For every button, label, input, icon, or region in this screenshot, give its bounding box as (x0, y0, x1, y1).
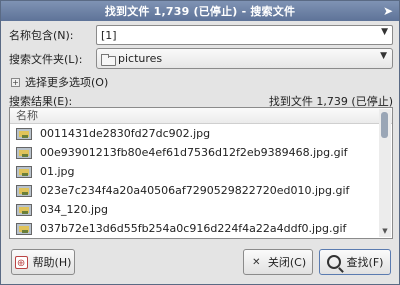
name-contains-label: 名称包含(N): (9, 29, 74, 42)
image-file-icon (16, 203, 32, 216)
image-file-icon (16, 127, 32, 140)
chevron-down-icon[interactable]: ▼ (381, 27, 388, 37)
list-item[interactable]: 023e7c234f4a20a40506af7290529822720ed010… (10, 181, 392, 200)
list-item[interactable]: 01.jpg (10, 162, 392, 181)
help-icon: ⊕ (14, 255, 28, 269)
image-file-icon (16, 184, 32, 197)
image-file-icon (16, 165, 32, 178)
name-contains-value: [1] (101, 28, 117, 42)
list-item[interactable]: 00e93901213fb80e4ef61d7536d12f2eb9389468… (10, 143, 392, 162)
more-options-label: 选择更多选项(O) (25, 76, 109, 89)
image-file-icon (16, 146, 32, 159)
file-name: 023e7c234f4a20a40506af7290529822720ed010… (40, 184, 350, 197)
file-name: 037b72e13d6d55fb254a0c916d224f4a22a4ddf0… (40, 222, 347, 235)
more-options-expander[interactable]: + 选择更多选项(O) (11, 74, 108, 90)
file-name: 00e93901213fb80e4ef61d7536d12f2eb9389468… (40, 146, 348, 159)
list-item[interactable]: 037b72e13d6d55fb254a0c916d224f4a22a4ddf0… (10, 219, 392, 238)
list-item[interactable]: 0011431de2830fd27dc902.jpg (10, 124, 392, 143)
chevron-down-icon[interactable]: ▼ (380, 51, 387, 61)
scroll-down-icon[interactable]: ▼ (379, 225, 391, 237)
list-item[interactable]: 034_120.jpg (10, 200, 392, 219)
name-contains-row: 名称包含(N): (9, 27, 74, 43)
mouse-cursor-icon: ➤ (382, 4, 394, 18)
scrollbar-thumb[interactable] (381, 112, 388, 138)
name-contains-input[interactable]: [1] ▼ (96, 25, 393, 45)
file-name: 0011431de2830fd27dc902.jpg (40, 127, 211, 140)
search-icon (326, 255, 341, 269)
search-folder-label: 搜索文件夹(L): (9, 53, 83, 66)
folder-icon (101, 53, 116, 66)
column-header-name[interactable]: 名称 (10, 108, 392, 124)
file-name: 01.jpg (40, 165, 75, 178)
help-button[interactable]: ⊕ 帮助(H) (11, 249, 75, 275)
file-name: 034_120.jpg (40, 203, 109, 216)
close-button-label: 关闭(C) (267, 256, 307, 269)
search-folder-row: 搜索文件夹(L): (9, 51, 82, 67)
close-button[interactable]: ✕ 关闭(C) (243, 249, 313, 275)
results-list[interactable]: 名称 0011431de2830fd27dc902.jpg 00e9390121… (9, 107, 393, 239)
image-file-icon (16, 222, 32, 235)
find-button[interactable]: 查找(F) (319, 249, 391, 275)
find-button-label: 查找(F) (346, 256, 384, 269)
expand-plus-icon[interactable]: + (11, 77, 20, 87)
title-bar[interactable]: 找到文件 1,739 (已停止) - 搜索文件 ➤ (1, 1, 399, 21)
close-icon: ✕ (252, 256, 261, 268)
vertical-scrollbar[interactable]: ▲ ▼ (379, 109, 391, 237)
search-folder-value: pictures (118, 52, 163, 65)
help-button-label: 帮助(H) (32, 256, 72, 269)
search-files-window: 找到文件 1,739 (已停止) - 搜索文件 ➤ 名称包含(N): [1] ▼… (0, 0, 400, 285)
window-title: 找到文件 1,739 (已停止) - 搜索文件 (104, 5, 296, 18)
search-folder-select[interactable]: pictures ▼ (96, 48, 393, 69)
